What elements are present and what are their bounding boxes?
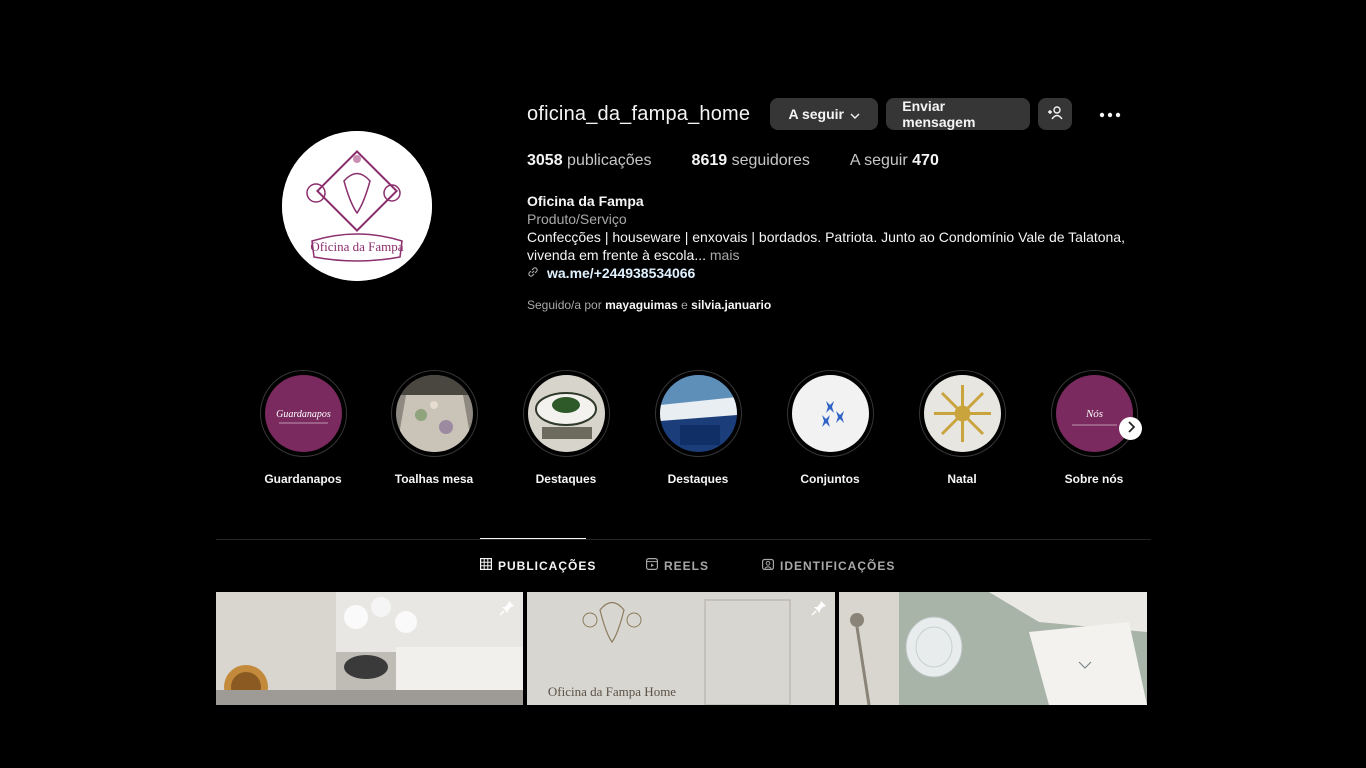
username: oficina_da_fampa_home	[527, 102, 751, 125]
post-thumbnail[interactable]: Oficina da Fampa Home	[527, 592, 835, 705]
highlight-label: Toalhas mesa	[394, 472, 474, 486]
send-message-label: Enviar mensagem	[902, 98, 976, 130]
post-image	[216, 592, 523, 705]
highlight-cover	[395, 375, 473, 452]
highlights-next-button[interactable]	[1119, 417, 1142, 440]
bio-more-link[interactable]: mais	[710, 247, 740, 263]
followed-by[interactable]: Seguido/a por mayaguimas e silvia.januar…	[527, 298, 1147, 312]
post-image: Oficina da Fampa Home	[527, 592, 835, 705]
chevron-down-icon	[850, 106, 860, 122]
highlight-cover	[527, 375, 605, 452]
highlight-guardanapos[interactable]: Guardanapos Guardanapos	[258, 370, 348, 486]
highlight-label: Destaques	[535, 472, 597, 486]
tab-posts[interactable]: PUBLICAÇÕES	[480, 558, 596, 573]
following-button-label: A seguir	[788, 106, 845, 122]
highlight-cover	[791, 375, 869, 452]
grid-icon	[480, 558, 498, 573]
suggested-users-button[interactable]	[1038, 98, 1073, 130]
send-message-button[interactable]: Enviar mensagem	[886, 98, 1031, 130]
highlight-cover	[923, 375, 1001, 452]
highlight-cover: Guardanapos	[264, 375, 342, 452]
story-highlights: Guardanapos Guardanapos Toalhas mesa Des…	[258, 370, 1158, 490]
more-options-button[interactable]	[1090, 98, 1130, 130]
reels-icon	[646, 558, 664, 573]
following-link[interactable]: A seguir 470	[850, 152, 939, 170]
tabs-divider	[216, 539, 1151, 540]
add-person-icon	[1047, 105, 1063, 123]
post-thumbnail[interactable]	[839, 592, 1147, 705]
bio-text: Confecções | houseware | enxovais | bord…	[527, 229, 1125, 263]
ellipsis-icon	[1099, 105, 1121, 123]
tab-reels[interactable]: REELS	[646, 558, 709, 573]
highlight-ring	[522, 370, 610, 457]
svg-text:Oficina da Fampa Home: Oficina da Fampa Home	[548, 684, 676, 699]
active-tab-indicator	[480, 538, 586, 539]
highlight-natal[interactable]: Natal	[917, 370, 1007, 486]
followers-link[interactable]: 8619 seguidores	[692, 152, 810, 170]
bio-category: Produto/Serviço	[527, 211, 627, 227]
highlight-toalhas-mesa[interactable]: Toalhas mesa	[389, 370, 479, 486]
bio-external-link[interactable]: wa.me/+244938534066	[527, 264, 1147, 282]
highlight-ring	[786, 370, 874, 457]
svg-text:Nós: Nós	[1084, 408, 1102, 420]
highlight-ring: Guardanapos	[259, 370, 347, 457]
pinned-icon	[499, 600, 515, 621]
highlight-label: Conjuntos	[800, 472, 860, 486]
chevron-right-icon	[1127, 420, 1135, 438]
highlight-destaques-1[interactable]: Destaques	[521, 370, 611, 486]
highlight-cover: Nós	[1055, 375, 1133, 452]
profile-header: oficina_da_fampa_home A seguir Enviar me…	[527, 98, 1147, 312]
profile-actions-row: oficina_da_fampa_home A seguir Enviar me…	[527, 98, 1147, 130]
link-icon	[527, 264, 547, 282]
highlight-destaques-2[interactable]: Destaques	[653, 370, 743, 486]
svg-text:Guardanapos: Guardanapos	[276, 409, 331, 420]
tagged-icon	[762, 558, 780, 573]
highlight-ring: Nós	[1050, 370, 1138, 457]
highlight-ring	[918, 370, 1006, 457]
highlight-ring	[390, 370, 478, 457]
profile-avatar[interactable]: Oficina da Fampa	[282, 131, 432, 281]
highlight-cover	[659, 375, 737, 452]
brand-logo-image: Oficina da Fampa	[282, 131, 432, 281]
bio-name: Oficina da Fampa	[527, 193, 644, 209]
profile-stats: 3058 publicações 8619 seguidores A segui…	[527, 152, 1147, 170]
following-button[interactable]: A seguir	[770, 98, 879, 130]
post-thumbnail[interactable]	[216, 592, 523, 705]
highlight-label: Natal	[947, 472, 977, 486]
post-image	[839, 592, 1147, 705]
posts-count: 3058 publicações	[527, 152, 652, 169]
profile-tabs: PUBLICAÇÕES REELS IDENTIFICAÇÕES	[0, 558, 1366, 576]
highlight-label: Sobre nós	[1064, 472, 1124, 486]
tab-tagged[interactable]: IDENTIFICAÇÕES	[762, 558, 895, 573]
pinned-icon	[811, 600, 827, 621]
profile-bio: Oficina da Fampa Produto/Serviço Confecç…	[527, 192, 1147, 282]
highlight-ring	[654, 370, 742, 457]
highlight-label: Guardanapos	[264, 472, 342, 486]
highlight-label: Destaques	[667, 472, 729, 486]
highlight-conjuntos[interactable]: Conjuntos	[785, 370, 875, 486]
svg-text:Oficina da Fampa: Oficina da Fampa	[310, 239, 403, 254]
